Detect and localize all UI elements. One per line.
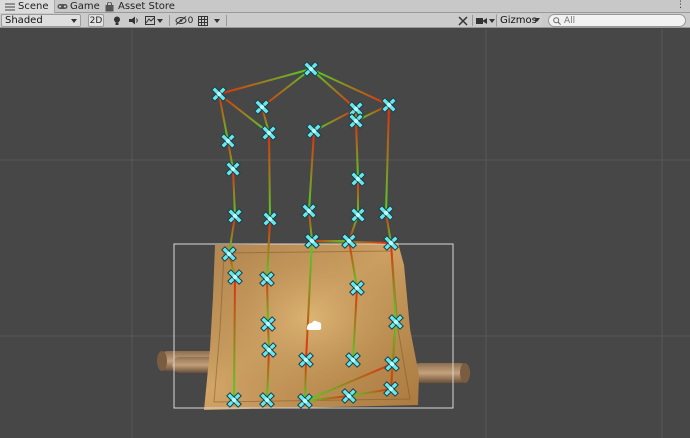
hidden-count: 0 [187,15,194,26]
scroll-roll-right [410,363,470,383]
video-camera-icon [475,17,487,25]
scene-toolbar: Shaded 2D 0 Gizmos [0,13,690,28]
scene-grid-icon [5,2,15,11]
scene-visibility-toggle[interactable]: 0 [173,14,195,27]
toggle-2d-label: 2D [89,15,103,26]
waypoint-edge [232,168,236,217]
lighting-toggle-icon[interactable] [110,14,124,27]
waypoint-edge [310,68,390,106]
toolbar-divider [169,15,170,26]
waypoint-edge [385,104,390,214]
tab-scene[interactable]: Scene [0,0,55,13]
waypoint-edge [268,132,271,220]
draw-mode-dropdown[interactable]: Shaded [1,14,81,27]
scene-viewport[interactable] [0,29,690,438]
tab-label: Game [70,1,100,12]
tab-asset-store[interactable]: Asset Store [105,0,175,13]
tab-label: Scene [18,1,49,12]
chevron-down-icon [71,19,77,23]
tab-label: Asset Store [118,1,175,12]
waypoint-marker-icon[interactable] [254,99,270,115]
shopping-bag-icon [105,2,115,12]
waypoint-marker-icon[interactable] [303,61,319,77]
gamepad-icon [57,2,68,11]
grid-options-dropdown[interactable] [211,14,223,27]
chevron-down-icon [214,18,220,23]
chevron-down-icon [488,18,495,23]
waypoint-edge [233,276,236,401]
toolbar-divider [226,15,227,26]
chevron-down-icon [534,18,540,22]
more-options-icon[interactable]: ⋮ [676,0,685,10]
tab-game[interactable]: Game [57,0,105,13]
waypoint-edge [355,120,359,180]
chevron-down-icon [157,18,163,23]
toolbar-divider [472,15,473,26]
waypoint-edge [308,130,315,212]
waypoint-edge [218,93,270,134]
window-tab-bar: Scene Game Asset Store ⋮ [0,0,690,13]
eye-slash-icon [175,16,187,25]
scene-search-field[interactable] [548,14,686,27]
search-icon [553,16,561,25]
waypoint-edge [218,68,312,95]
waypoint-edge [266,278,269,325]
waypoint-edge [304,359,307,402]
toggle-2d-button[interactable]: 2D [88,14,104,27]
camera-settings-dropdown[interactable] [474,14,496,27]
search-input[interactable] [564,15,674,26]
tools-icon[interactable] [456,14,470,27]
draw-mode-value: Shaded [5,15,43,26]
gizmos-label: Gizmos [500,15,537,26]
grid-toggle-icon[interactable] [197,14,209,27]
audio-toggle-icon[interactable] [127,14,141,27]
waypoint-edge [310,68,357,110]
effects-dropdown[interactable] [144,14,164,27]
gizmos-dropdown[interactable]: Gizmos [496,14,542,27]
